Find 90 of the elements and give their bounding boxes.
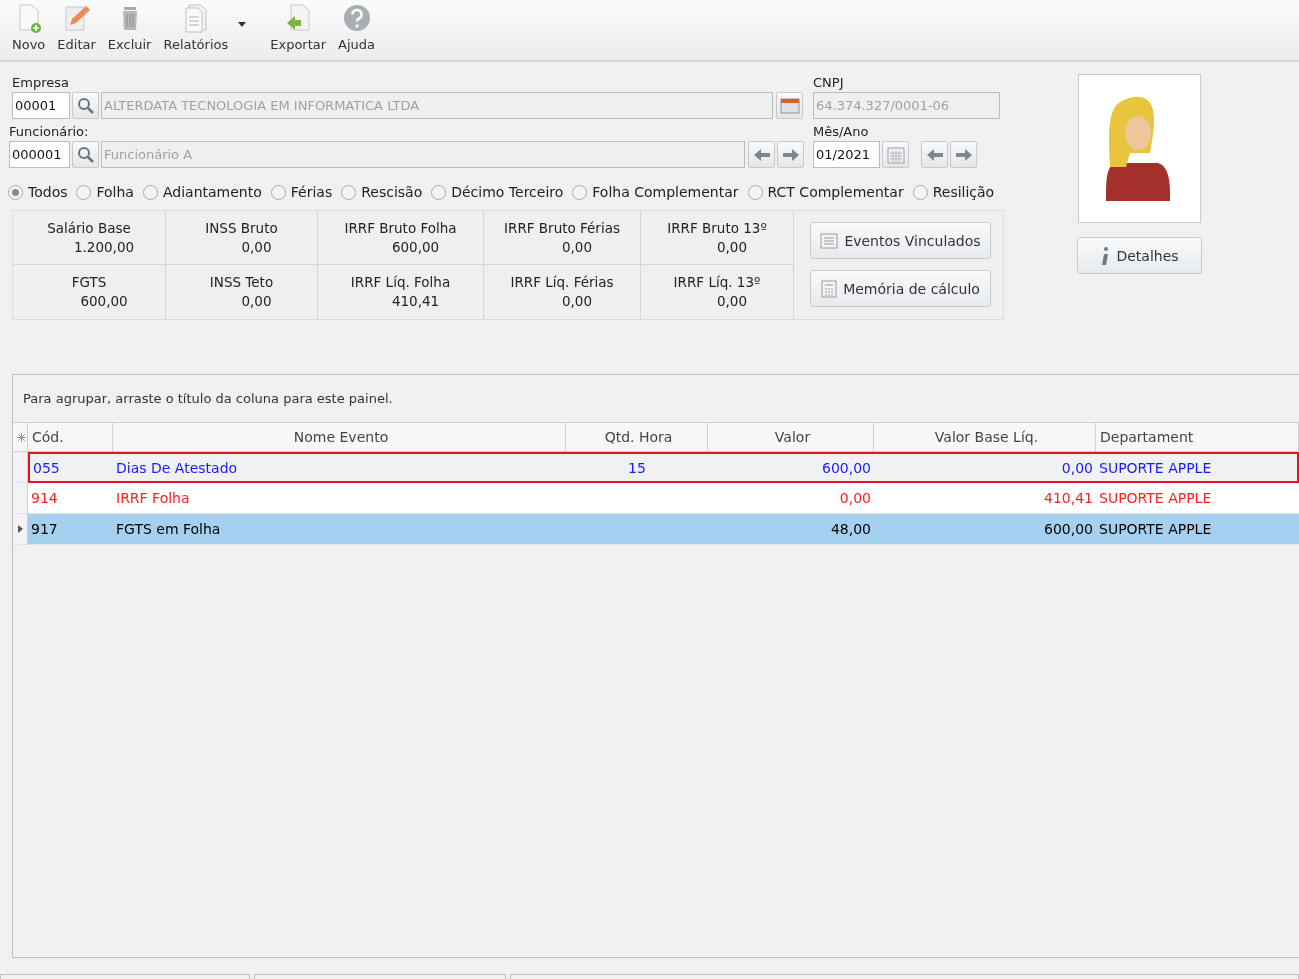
- panel-button[interactable]: Eventos Vinculados: [810, 222, 991, 259]
- search-icon: [76, 145, 95, 164]
- summary-value: 600,00: [391, 237, 440, 257]
- summary-value: 0,00: [561, 292, 593, 311]
- calendar-icon: [886, 145, 905, 164]
- column-header[interactable]: Nome Evento: [113, 422, 566, 452]
- summary-value: 0,00: [561, 237, 593, 257]
- filter-radio[interactable]: Resilição: [912, 184, 995, 200]
- table-cell: SUPORTE APPLE: [1096, 514, 1299, 545]
- dropdown-caret-icon[interactable]: [238, 21, 247, 27]
- next-button[interactable]: [777, 141, 804, 168]
- filter-radio[interactable]: Férias: [270, 184, 333, 200]
- summary-label: IRRF Líq. Folha: [350, 273, 451, 292]
- table-cell: 0,00: [708, 483, 874, 514]
- table-cell: 48,00: [708, 514, 874, 545]
- summary-value: 0,00: [241, 237, 272, 257]
- field-label: Mês/Ano: [813, 123, 870, 141]
- summary-label: FGTS: [71, 273, 107, 292]
- search-button[interactable]: [72, 141, 99, 168]
- filter-radio[interactable]: Rescisão: [341, 184, 423, 200]
- company-code-field[interactable]: 00001: [12, 92, 70, 119]
- toolbar-button[interactable]: Ajuda: [332, 3, 382, 52]
- search-icon: [76, 96, 95, 115]
- help-icon: [341, 3, 372, 33]
- summary-value: 410,41: [391, 292, 440, 311]
- panel-button[interactable]: Memória de cálculo: [810, 270, 991, 307]
- column-header[interactable]: [13, 422, 28, 452]
- filter-radio[interactable]: Todos: [8, 184, 68, 200]
- employee-code-field[interactable]: 000001: [9, 141, 70, 168]
- summary-value: 600,00: [80, 292, 128, 311]
- right-arrow-icon: [781, 147, 800, 162]
- left-arrow-icon: [925, 147, 944, 162]
- previous-button[interactable]: [748, 141, 775, 168]
- toolbar-button[interactable]: Editar: [51, 3, 102, 52]
- filter-radio[interactable]: Folha: [76, 184, 134, 200]
- column-header[interactable]: Valor: [708, 422, 874, 452]
- search-button[interactable]: [72, 92, 99, 119]
- summary-label: IRRF Bruto Férias: [504, 218, 620, 238]
- summary-label: IRRF Bruto 13º: [667, 218, 767, 238]
- summary-label: INSS Bruto: [205, 218, 278, 238]
- column-header[interactable]: Qtd. Hora: [566, 422, 708, 452]
- toolbar-button[interactable]: Excluir: [101, 3, 158, 52]
- field-label: CNPJ: [813, 74, 845, 92]
- summary-label: Salário Base: [47, 218, 131, 238]
- column-header[interactable]: Valor Base Líq.: [874, 422, 1096, 452]
- column-header[interactable]: Cód.: [28, 422, 113, 452]
- summary-label: IRRF Bruto Folha: [344, 218, 457, 238]
- column-header[interactable]: Departament: [1096, 422, 1299, 452]
- toolbar-button[interactable]: Exportar: [264, 3, 333, 52]
- table-cell: 15: [566, 452, 708, 483]
- month-year-field[interactable]: 01/2021: [813, 141, 880, 168]
- filter-radio[interactable]: RCT Complementar: [747, 184, 904, 200]
- summary-value: 0,00: [241, 292, 272, 311]
- summary-label: INSS Teto: [209, 273, 274, 292]
- filter-radio[interactable]: Folha Complementar: [572, 184, 739, 200]
- table-cell: 600,00: [874, 514, 1096, 545]
- summary-value: 0,00: [716, 237, 748, 257]
- list-icon: [820, 232, 839, 249]
- row-code: 917: [31, 521, 58, 537]
- company-button[interactable]: [776, 92, 803, 119]
- left-arrow-icon: [752, 147, 771, 162]
- table-cell: Dias De Atestado: [113, 452, 566, 483]
- window-icon: [779, 97, 800, 114]
- toolbar-button[interactable]: Novo: [6, 3, 52, 52]
- filter-radio[interactable]: Adiantamento: [142, 184, 262, 200]
- next-button[interactable]: [950, 141, 977, 168]
- field-label: Funcionário:: [9, 123, 90, 141]
- right-arrow-icon: [954, 147, 973, 162]
- table-cell: 0,00: [874, 452, 1096, 483]
- toolbar-button[interactable]: Relatórios: [157, 3, 235, 52]
- details-button[interactable]: Detalhes: [1077, 237, 1202, 274]
- table-cell: 600,00: [708, 452, 874, 483]
- table-cell: FGTS em Folha: [113, 514, 566, 545]
- filter-radio[interactable]: Décimo Terceiro: [431, 184, 564, 200]
- summary-value: 0,00: [716, 292, 748, 311]
- asterisk-icon: [16, 432, 26, 442]
- summary-value: 1.200,00: [73, 237, 135, 257]
- summary-label: IRRF Líq. Férias: [510, 273, 614, 292]
- row-code: 914: [31, 490, 58, 506]
- row-code: 055: [33, 459, 60, 476]
- info-icon: [1100, 245, 1111, 266]
- calculator-icon: [821, 279, 838, 298]
- table-cell: SUPORTE APPLE: [1096, 452, 1299, 483]
- table-cell: 410,41: [874, 483, 1096, 514]
- summary-label: IRRF Líq. 13º: [673, 273, 761, 292]
- previous-button[interactable]: [921, 141, 948, 168]
- table-cell: SUPORTE APPLE: [1096, 483, 1299, 514]
- field-label: Empresa: [12, 74, 70, 92]
- group-hint: Para agrupar, arraste o título da coluna para este painel.: [23, 391, 393, 406]
- table-cell: IRRF Folha: [113, 483, 566, 514]
